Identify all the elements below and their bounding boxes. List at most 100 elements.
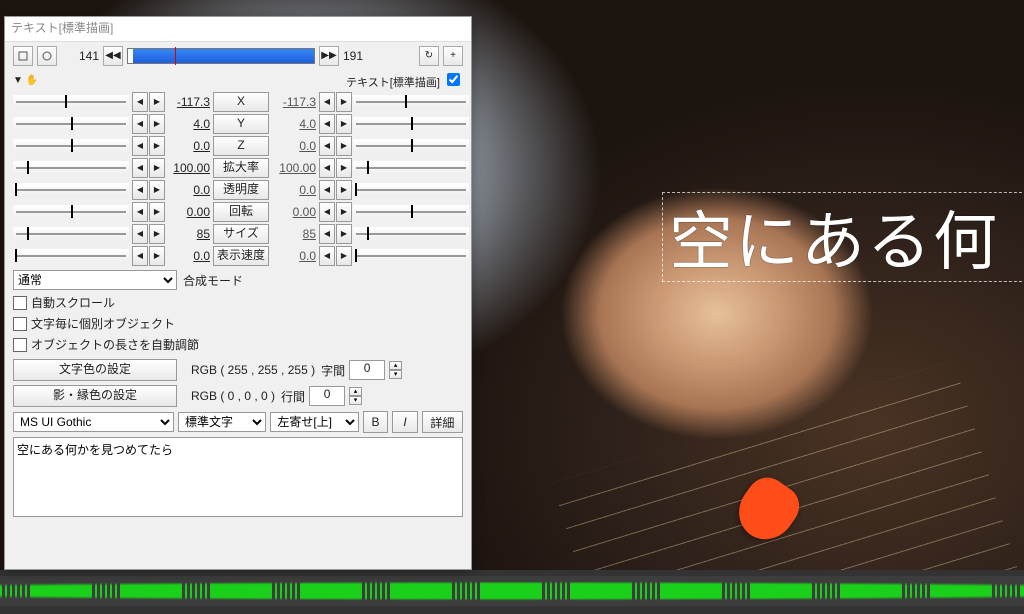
step-left-dec-icon[interactable]: ◀ (132, 92, 148, 112)
param-name-button[interactable]: サイズ (213, 224, 269, 244)
char-spacing-up[interactable]: ▴ (389, 361, 402, 370)
step-right-inc-icon[interactable]: ▶ (336, 180, 352, 200)
step-left-dec-icon[interactable]: ◀ (132, 224, 148, 244)
italic-button[interactable]: I (392, 411, 418, 433)
line-spacing-up[interactable]: ▴ (349, 387, 362, 396)
blend-mode-select[interactable]: 通常 (13, 270, 177, 290)
step-left-inc-icon[interactable]: ▶ (149, 114, 165, 134)
step-right-dec-icon[interactable]: ◀ (319, 92, 335, 112)
step-right-dec-icon[interactable]: ◀ (319, 246, 335, 266)
slider-right[interactable] (353, 227, 469, 241)
step-right-inc-icon[interactable]: ▶ (336, 224, 352, 244)
step-right-dec-icon[interactable]: ◀ (319, 224, 335, 244)
slider-left[interactable] (13, 249, 129, 263)
line-spacing-input[interactable]: 0 (309, 386, 345, 406)
param-name-button[interactable]: 回転 (213, 202, 269, 222)
slider-left[interactable] (13, 139, 129, 153)
value-right[interactable]: 0.0 (272, 139, 316, 153)
param-name-button[interactable]: Z (213, 136, 269, 156)
text-content-input[interactable] (13, 437, 463, 517)
step-left-dec-icon[interactable]: ◀ (132, 158, 148, 178)
step-right-inc-icon[interactable]: ▶ (336, 114, 352, 134)
step-right-dec-icon[interactable]: ◀ (319, 202, 335, 222)
autolength-checkbox[interactable] (13, 338, 27, 352)
font-select[interactable]: MS UI Gothic (13, 412, 174, 432)
step-right-inc-icon[interactable]: ▶ (336, 158, 352, 178)
add-icon[interactable]: + (443, 46, 463, 66)
step-left-inc-icon[interactable]: ▶ (149, 180, 165, 200)
value-left[interactable]: 4.0 (166, 117, 210, 131)
value-right[interactable]: 0.0 (272, 249, 316, 263)
expand-icon[interactable]: ▼ ✋ (13, 75, 38, 86)
text-color-button[interactable]: 文字色の設定 (13, 359, 177, 381)
seek-end-icon[interactable]: ▶▶ (319, 46, 339, 66)
slider-left[interactable] (13, 227, 129, 241)
value-right[interactable]: -117.3 (272, 95, 316, 109)
seek-start-icon[interactable]: ◀◀ (103, 46, 123, 66)
step-left-inc-icon[interactable]: ▶ (149, 92, 165, 112)
slider-left[interactable] (13, 183, 129, 197)
slider-right[interactable] (353, 249, 469, 263)
value-left[interactable]: 0.0 (166, 139, 210, 153)
slider-right[interactable] (353, 117, 469, 131)
tool-btn-2[interactable] (37, 46, 57, 66)
align-select[interactable]: 左寄せ[上] (270, 412, 358, 432)
slider-right[interactable] (353, 95, 469, 109)
slider-right[interactable] (353, 183, 469, 197)
step-right-dec-icon[interactable]: ◀ (319, 158, 335, 178)
value-right[interactable]: 85 (272, 227, 316, 241)
audio-track-strip[interactable] (0, 576, 1024, 606)
param-name-button[interactable]: 拡大率 (213, 158, 269, 178)
step-left-dec-icon[interactable]: ◀ (132, 246, 148, 266)
refresh-icon[interactable]: ↻ (419, 46, 439, 66)
slider-right[interactable] (353, 161, 469, 175)
value-right[interactable]: 0.0 (272, 183, 316, 197)
step-left-dec-icon[interactable]: ◀ (132, 136, 148, 156)
step-right-dec-icon[interactable]: ◀ (319, 114, 335, 134)
value-left[interactable]: 0.0 (166, 183, 210, 197)
step-left-inc-icon[interactable]: ▶ (149, 158, 165, 178)
text-object-overlay[interactable]: 空にある何 (662, 192, 1024, 282)
step-right-inc-icon[interactable]: ▶ (336, 202, 352, 222)
char-spacing-input[interactable]: 0 (349, 360, 385, 380)
step-left-inc-icon[interactable]: ▶ (149, 224, 165, 244)
slider-right[interactable] (353, 139, 469, 153)
value-left[interactable]: 0.00 (166, 205, 210, 219)
font-style-select[interactable]: 標準文字 (178, 412, 266, 432)
value-left[interactable]: -117.3 (166, 95, 210, 109)
edge-color-button[interactable]: 影・縁色の設定 (13, 385, 177, 407)
value-left[interactable]: 0.0 (166, 249, 210, 263)
step-left-dec-icon[interactable]: ◀ (132, 202, 148, 222)
detail-button[interactable]: 詳細 (422, 411, 463, 433)
param-name-button[interactable]: 表示速度 (213, 246, 269, 266)
step-right-inc-icon[interactable]: ▶ (336, 92, 352, 112)
bold-button[interactable]: B (363, 411, 389, 433)
step-right-dec-icon[interactable]: ◀ (319, 180, 335, 200)
step-left-dec-icon[interactable]: ◀ (132, 114, 148, 134)
param-name-button[interactable]: 透明度 (213, 180, 269, 200)
char-spacing-down[interactable]: ▾ (389, 370, 402, 379)
param-name-button[interactable]: Y (213, 114, 269, 134)
step-left-inc-icon[interactable]: ▶ (149, 246, 165, 266)
param-name-button[interactable]: X (213, 92, 269, 112)
autoscroll-checkbox[interactable] (13, 296, 27, 310)
step-right-dec-icon[interactable]: ◀ (319, 136, 335, 156)
value-right[interactable]: 0.00 (272, 205, 316, 219)
step-left-inc-icon[interactable]: ▶ (149, 202, 165, 222)
slider-left[interactable] (13, 95, 129, 109)
slider-left[interactable] (13, 205, 129, 219)
slider-left[interactable] (13, 117, 129, 131)
step-left-dec-icon[interactable]: ◀ (132, 180, 148, 200)
step-left-inc-icon[interactable]: ▶ (149, 136, 165, 156)
line-spacing-down[interactable]: ▾ (349, 396, 362, 405)
value-left[interactable]: 85 (166, 227, 210, 241)
tool-btn-1[interactable] (13, 46, 33, 66)
filter-enabled-checkbox[interactable] (447, 73, 460, 86)
percharobj-checkbox[interactable] (13, 317, 27, 331)
value-right[interactable]: 4.0 (272, 117, 316, 131)
slider-right[interactable] (353, 205, 469, 219)
value-right[interactable]: 100.00 (272, 161, 316, 175)
slider-left[interactable] (13, 161, 129, 175)
value-left[interactable]: 100.00 (166, 161, 210, 175)
seek-bar[interactable] (127, 48, 315, 64)
